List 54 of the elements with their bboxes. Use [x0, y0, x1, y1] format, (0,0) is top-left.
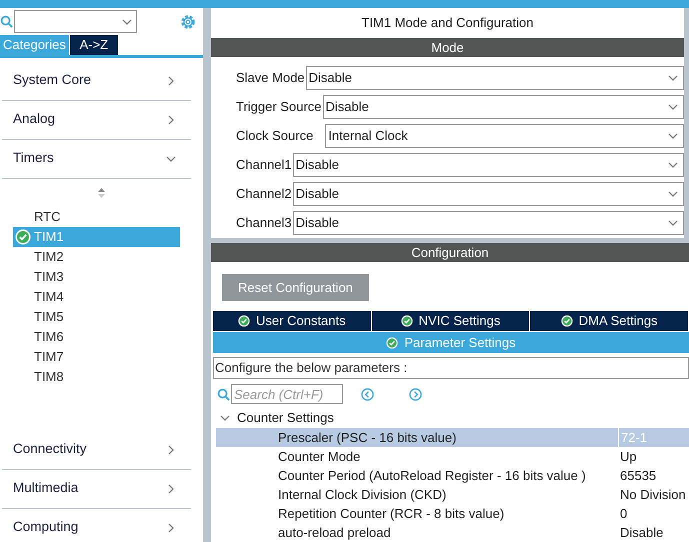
peripheral-item[interactable]: TIM5 [13, 306, 180, 326]
parameter-row[interactable]: Counter Period (AutoReload Register - 16 bits value ) 65535 [216, 466, 689, 485]
search-icon [0, 15, 13, 28]
mode-select[interactable]: Disable [292, 153, 684, 177]
peripheral-item[interactable]: TIM2 [13, 246, 180, 266]
peripheral-item[interactable]: TIM4 [13, 286, 180, 306]
field-label: Channel1 [236, 156, 292, 174]
field-label: Clock Source [236, 127, 314, 146]
config-tab[interactable]: DMA Settings [530, 311, 689, 331]
category-item[interactable]: Connectivity [2, 430, 191, 470]
search-field[interactable]: Search (Ctrl+F) [231, 384, 343, 404]
mode-select[interactable]: Disable [292, 211, 684, 235]
peripheral-item[interactable]: TIM8 [13, 366, 180, 386]
mode-select[interactable]: Internal Clock [325, 124, 684, 148]
description-text: Configure the below parameters : [213, 357, 689, 379]
field-label: Slave Mode [236, 69, 305, 88]
parameter-row[interactable]: Counter Mode Up [216, 447, 689, 466]
sort-icon[interactable] [97, 186, 106, 198]
category-item[interactable]: Computing [2, 508, 191, 542]
previous-icon[interactable] [361, 388, 374, 400]
peripheral-item[interactable]: TIM6 [13, 326, 180, 346]
peripheral-item[interactable]: TIM3 [13, 266, 180, 286]
field-label: Channel3 [236, 214, 292, 232]
field-label: Trigger Source [236, 98, 322, 116]
category-tab[interactable]: A->Z [70, 35, 118, 54]
parameter-row[interactable]: Repetition Counter (RCR - 8 bits value) 0 [216, 504, 689, 523]
mode-select[interactable]: Disable [306, 66, 684, 90]
parameter-row[interactable]: Prescaler (PSC - 16 bits value) 72-1 [216, 428, 689, 447]
parameter-row[interactable]: Internal Clock Division (CKD) No Division [216, 485, 689, 504]
search-combobox[interactable] [14, 10, 137, 33]
category-item[interactable]: System Core [2, 62, 191, 100]
check-circle-icon [15, 228, 31, 244]
mode-select[interactable]: Disable [322, 95, 684, 119]
category-item[interactable]: Multimedia [2, 470, 191, 508]
check-circle-icon [400, 315, 413, 327]
peripheral-item[interactable]: RTC [13, 206, 180, 226]
section-header: Mode [211, 38, 684, 57]
category-item[interactable]: Timers [2, 140, 191, 178]
config-tab[interactable]: NVIC Settings [372, 311, 530, 331]
check-circle-icon [238, 315, 250, 327]
config-tab[interactable]: User Constants [213, 311, 372, 331]
check-circle-icon [560, 315, 573, 327]
search-icon [217, 388, 230, 400]
check-circle-icon [386, 336, 398, 348]
panel-title: TIM1 Mode and Configuration [360, 14, 534, 32]
category-item[interactable]: Analog [2, 100, 191, 140]
next-icon[interactable] [409, 388, 422, 400]
settings-icon[interactable] [179, 12, 197, 30]
group-header[interactable]: Counter Settings [219, 408, 689, 428]
mode-select[interactable]: Disable [292, 182, 684, 206]
field-label: Channel2 [236, 185, 292, 204]
section-header: Configuration [211, 243, 689, 262]
parameter-row[interactable]: auto-reload preload Disable [216, 523, 689, 542]
peripheral-item[interactable]: TIM7 [13, 346, 180, 366]
